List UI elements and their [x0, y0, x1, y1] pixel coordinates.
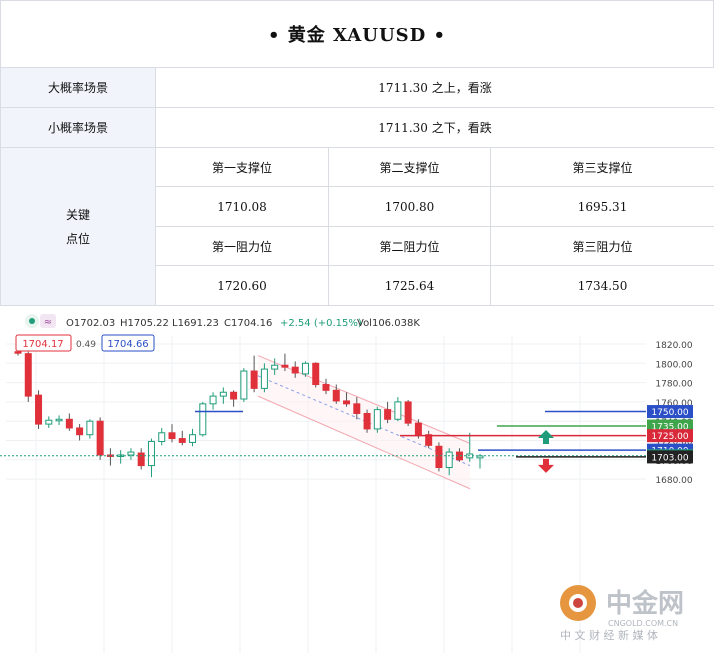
candle-body — [56, 419, 62, 421]
candle — [405, 400, 411, 426]
candle-body — [231, 392, 237, 399]
page-title: • 黄金 XAUUSD • — [0, 0, 714, 68]
candle-body — [313, 363, 319, 384]
scenario-row-major: 大概率场景 1711.30 之上，看涨 — [1, 68, 714, 108]
candle — [97, 417, 103, 459]
y-tick-label: 1800.00 — [655, 360, 692, 370]
sell-price: 1704.17 — [22, 339, 63, 350]
candle-body — [210, 396, 216, 404]
candle-body — [97, 421, 103, 455]
candle-body — [46, 420, 52, 424]
key-levels-label: 关键 点位 — [1, 148, 156, 306]
candle-body — [66, 419, 72, 428]
spread-value: 0.49 — [76, 340, 96, 350]
price-tag: 1703.00 — [651, 453, 688, 463]
candle-body — [25, 354, 31, 396]
watermark-tagline: 中 文 财 经 新 媒 体 — [560, 628, 658, 642]
key-levels-label-line1: 关键 — [66, 208, 90, 222]
candle-body — [87, 421, 93, 435]
support-header-row: 关键 点位 第一支撑位 第二支撑位 第三支撑位 — [1, 148, 714, 187]
candle-body — [405, 402, 411, 423]
resistance-2-value: 1725.64 — [329, 266, 491, 306]
minor-scenario-value: 1711.30 之下，看跌 — [156, 108, 714, 148]
candle-body — [200, 404, 206, 435]
candle-body — [128, 452, 134, 455]
watermark-site: CNGOLD.COM.CN — [608, 619, 678, 628]
support-3-header: 第三支撑位 — [491, 148, 714, 187]
ohlc-close: C1704.16 — [224, 318, 272, 329]
candle-body — [148, 441, 154, 465]
candle-body — [190, 435, 196, 443]
candle-body — [302, 363, 308, 374]
support-2-value: 1700.80 — [329, 187, 491, 227]
price-tag: 1725.00 — [651, 432, 688, 442]
y-tick-label: 1680.00 — [655, 476, 692, 486]
candle-body — [446, 452, 452, 467]
candle — [241, 368, 247, 402]
chart-container: ≈ O1702.03 H1705.22 L1691.23 C1704.16 +2… — [0, 306, 714, 653]
scenario-row-minor: 小概率场景 1711.30 之下，看跌 — [1, 108, 714, 148]
candle-body — [159, 433, 165, 442]
candle — [36, 390, 42, 429]
price-tags: 1750.001735.001725.001710.001704.161703.… — [647, 405, 693, 463]
candle — [200, 402, 206, 437]
candle-body — [374, 410, 380, 429]
support-2-header: 第二支撑位 — [329, 148, 491, 187]
ohlc-change: +2.54 (+0.15%) — [280, 318, 362, 329]
candle-body — [344, 401, 350, 404]
candle-body — [364, 413, 370, 428]
y-tick-label: 1820.00 — [655, 341, 692, 351]
support-3-value: 1695.31 — [491, 187, 714, 227]
candle-body — [15, 352, 21, 354]
ohlc-volume: Vol106.038K — [357, 318, 420, 329]
candle-body — [261, 369, 267, 388]
candle-body — [169, 433, 175, 439]
key-levels-table: 大概率场景 1711.30 之上，看涨 小概率场景 1711.30 之下，看跌 … — [0, 67, 714, 306]
price-tag: 1750.00 — [651, 408, 688, 418]
resistance-1-header: 第一阻力位 — [156, 227, 329, 266]
candle-body — [36, 395, 42, 424]
candle — [313, 362, 319, 387]
status-dot-icon — [29, 318, 35, 324]
candle-body — [436, 446, 442, 467]
candle-body — [272, 365, 278, 369]
candle-body — [395, 402, 401, 419]
candle-body — [179, 439, 185, 443]
candle-body — [77, 428, 83, 435]
key-levels-label-line2: 点位 — [66, 232, 90, 246]
candle — [436, 442, 442, 471]
candle-body — [333, 390, 339, 401]
resistance-3-header: 第三阻力位 — [491, 227, 714, 266]
ohlc-open: O1702.03 — [66, 318, 115, 329]
ohlc-high: H1705.22 — [120, 318, 169, 329]
resistance-3-value: 1734.50 — [491, 266, 714, 306]
candle — [374, 407, 380, 433]
candle-body — [282, 365, 288, 367]
wave-icon: ≈ — [44, 317, 52, 328]
ohlc-low: L1691.23 — [172, 318, 219, 329]
candle-body — [415, 423, 421, 435]
resistance-1-value: 1720.60 — [156, 266, 329, 306]
major-scenario-label: 大概率场景 — [1, 68, 156, 108]
candle-body — [241, 371, 247, 399]
candle-body — [251, 371, 257, 388]
watermark-brand: 中金网 — [606, 588, 684, 619]
candle — [25, 352, 31, 402]
candle-body — [138, 453, 144, 466]
support-1-header: 第一支撑位 — [156, 148, 329, 187]
candle-body — [323, 385, 329, 391]
major-scenario-value: 1711.30 之上，看涨 — [156, 68, 714, 108]
y-tick-label: 1780.00 — [655, 380, 692, 390]
candle-body — [354, 404, 360, 414]
resistance-2-header: 第二阻力位 — [329, 227, 491, 266]
candle — [364, 410, 370, 433]
candle-body — [220, 392, 226, 396]
candle-body — [292, 367, 298, 373]
buy-price: 1704.66 — [107, 339, 148, 350]
support-1-value: 1710.08 — [156, 187, 329, 227]
candlestick-chart: ≈ O1702.03 H1705.22 L1691.23 C1704.16 +2… — [0, 306, 714, 653]
minor-scenario-label: 小概率场景 — [1, 108, 156, 148]
candle-body — [385, 410, 391, 420]
